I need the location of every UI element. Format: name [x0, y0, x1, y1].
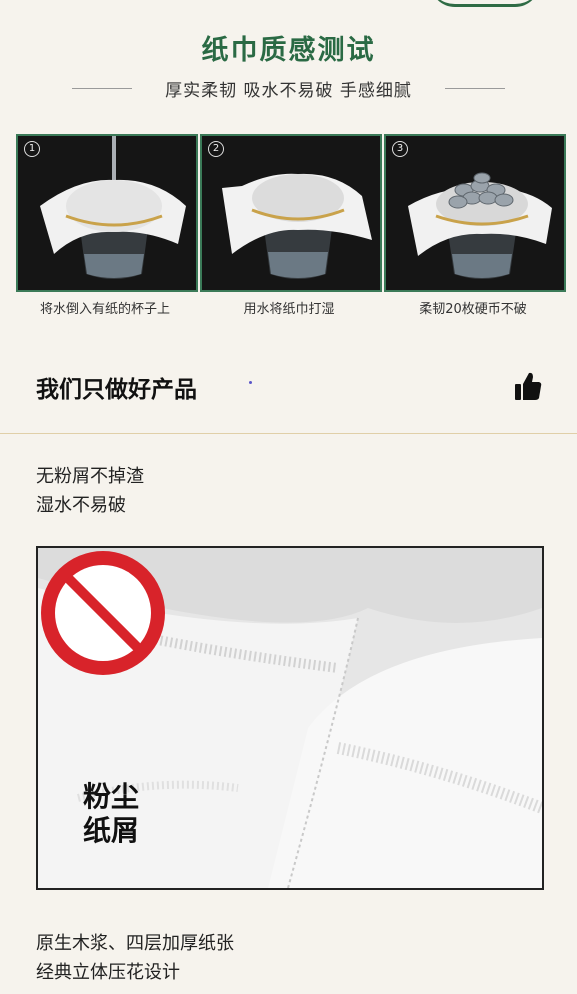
test-photo-2: 2 [200, 134, 382, 292]
badge-label: 粉尘 纸屑 [46, 780, 176, 848]
step-number-badge: 2 [208, 141, 224, 157]
badge-line-2: 纸屑 [82, 814, 139, 847]
feature-line-2: 湿水不易破 [36, 495, 126, 516]
feature-line-3: 原生木浆、四层加厚纸张 [36, 933, 234, 954]
top-decoration-arc [430, 0, 540, 7]
test-caption-2: 用水将纸巾打湿 [243, 302, 335, 317]
coins-on-tissue-illustration [386, 136, 564, 290]
badge-line-1: 粉尘 [82, 780, 139, 813]
tissue-closeup-photo: 粉尘 纸屑 [36, 546, 544, 890]
step-number-badge: 3 [392, 141, 408, 157]
section-divider [0, 433, 577, 434]
thumbs-up-icon [515, 372, 542, 400]
subtitle-divider-right [445, 88, 505, 89]
feature-line-1: 无粉屑不掉渣 [36, 466, 144, 487]
test-caption-1: 将水倒入有纸的杯子上 [39, 302, 170, 317]
prohibited-icon [41, 551, 165, 675]
wet-tissue-glass-illustration [202, 136, 380, 290]
subtitle-row: 厚实柔韧 吸水不易破 手感细腻 [0, 76, 577, 102]
test-photo-1: 1 [16, 134, 198, 292]
test-caption-3: 柔韧20枚硬币不破 [419, 302, 527, 317]
page-title: 纸巾质感测试 [201, 35, 376, 66]
section-title: 我们只做好产品 [36, 377, 197, 403]
step-number-badge: 1 [24, 141, 40, 157]
feature-line-4: 经典立体压花设计 [36, 962, 180, 983]
glass-pour-illustration [18, 136, 196, 290]
decorative-dot [249, 381, 252, 384]
test-photo-3: 3 [384, 134, 566, 292]
